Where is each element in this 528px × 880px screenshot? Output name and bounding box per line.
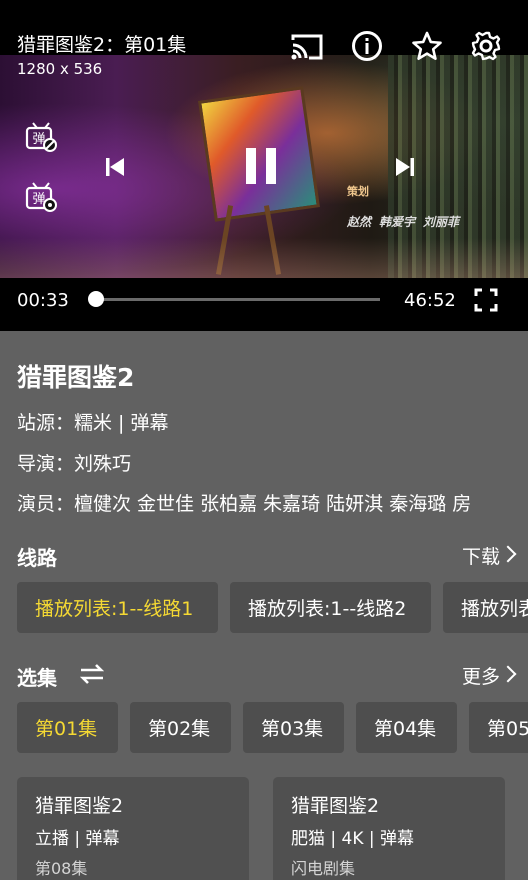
card-source: 立播 | 弹幕 (35, 829, 120, 849)
video-credits: 策划 赵然 韩爱宇 刘丽菲 (347, 183, 459, 230)
seek-bar[interactable] (96, 298, 380, 301)
chevron-right-icon (499, 665, 517, 683)
star-icon[interactable] (410, 29, 444, 63)
source-info: 站源：糯米 | 弹幕 (17, 412, 169, 434)
episode-chip-3[interactable]: 第03集 (243, 702, 344, 753)
total-time: 46:52 (404, 290, 456, 311)
current-time: 00:33 (17, 290, 69, 311)
card-source: 肥猫 | 4K | 弹幕 (291, 829, 415, 849)
route-chip-3[interactable]: 播放列表 (443, 582, 528, 633)
info-icon[interactable] (350, 29, 384, 63)
director-info: 导演：刘殊巧 (17, 453, 132, 475)
episode-chip-5[interactable]: 第05 (469, 702, 528, 753)
show-title: 猎罪图鉴2 (17, 363, 135, 392)
card-episode: 闪电剧集 (291, 859, 356, 878)
related-source-card[interactable]: 猎罪图鉴2 肥猫 | 4K | 弹幕 闪电剧集 (273, 777, 505, 880)
episode-chip-2[interactable]: 第02集 (130, 702, 231, 753)
skip-previous-icon[interactable] (100, 152, 130, 182)
credits-name: 赵然 (347, 215, 372, 229)
chevron-right-icon (499, 545, 517, 563)
credits-name: 刘丽菲 (423, 215, 460, 229)
card-title: 猎罪图鉴2 (291, 795, 380, 817)
route-chip-1[interactable]: 播放列表:1--线路1 (17, 582, 218, 633)
fullscreen-icon[interactable] (472, 286, 500, 314)
download-button[interactable]: 下载 (462, 542, 500, 569)
card-title: 猎罪图鉴2 (35, 795, 124, 817)
credits-name: 韩爱宇 (379, 215, 416, 229)
player-title: 猎罪图鉴2：第01集 (17, 34, 187, 56)
seek-bar-thumb[interactable] (88, 291, 104, 307)
danmaku-settings-icon[interactable]: 弹 (24, 180, 58, 214)
card-episode: 第08集 (35, 859, 88, 878)
video-resolution: 1280 x 536 (17, 60, 103, 78)
video-scene-floor (0, 238, 528, 278)
pause-icon[interactable] (238, 142, 284, 190)
swap-order-icon[interactable] (77, 661, 107, 687)
skip-next-icon[interactable] (390, 152, 420, 182)
cast-info: 演员：檀健次 金世佳 张柏嘉 朱嘉琦 陆妍淇 秦海璐 房 (17, 493, 472, 515)
credits-role: 策划 (347, 185, 369, 198)
video-player[interactable]: 策划 赵然 韩爱宇 刘丽菲 猎罪图鉴2：第01集 1280 x 536 弹 弹 (0, 0, 528, 331)
gear-icon[interactable] (469, 29, 503, 63)
danmaku-off-icon[interactable]: 弹 (24, 120, 58, 154)
episodes-section-title: 选集 (17, 666, 57, 690)
route-chip-2[interactable]: 播放列表:1--线路2 (230, 582, 431, 633)
episode-chip-1[interactable]: 第01集 (17, 702, 118, 753)
related-source-card[interactable]: 猎罪图鉴2 立播 | 弹幕 第08集 (17, 777, 249, 880)
episode-chip-4[interactable]: 第04集 (356, 702, 457, 753)
cast-icon[interactable] (290, 29, 324, 63)
routes-section-title: 线路 (17, 546, 57, 570)
more-episodes-button[interactable]: 更多 (462, 662, 500, 689)
